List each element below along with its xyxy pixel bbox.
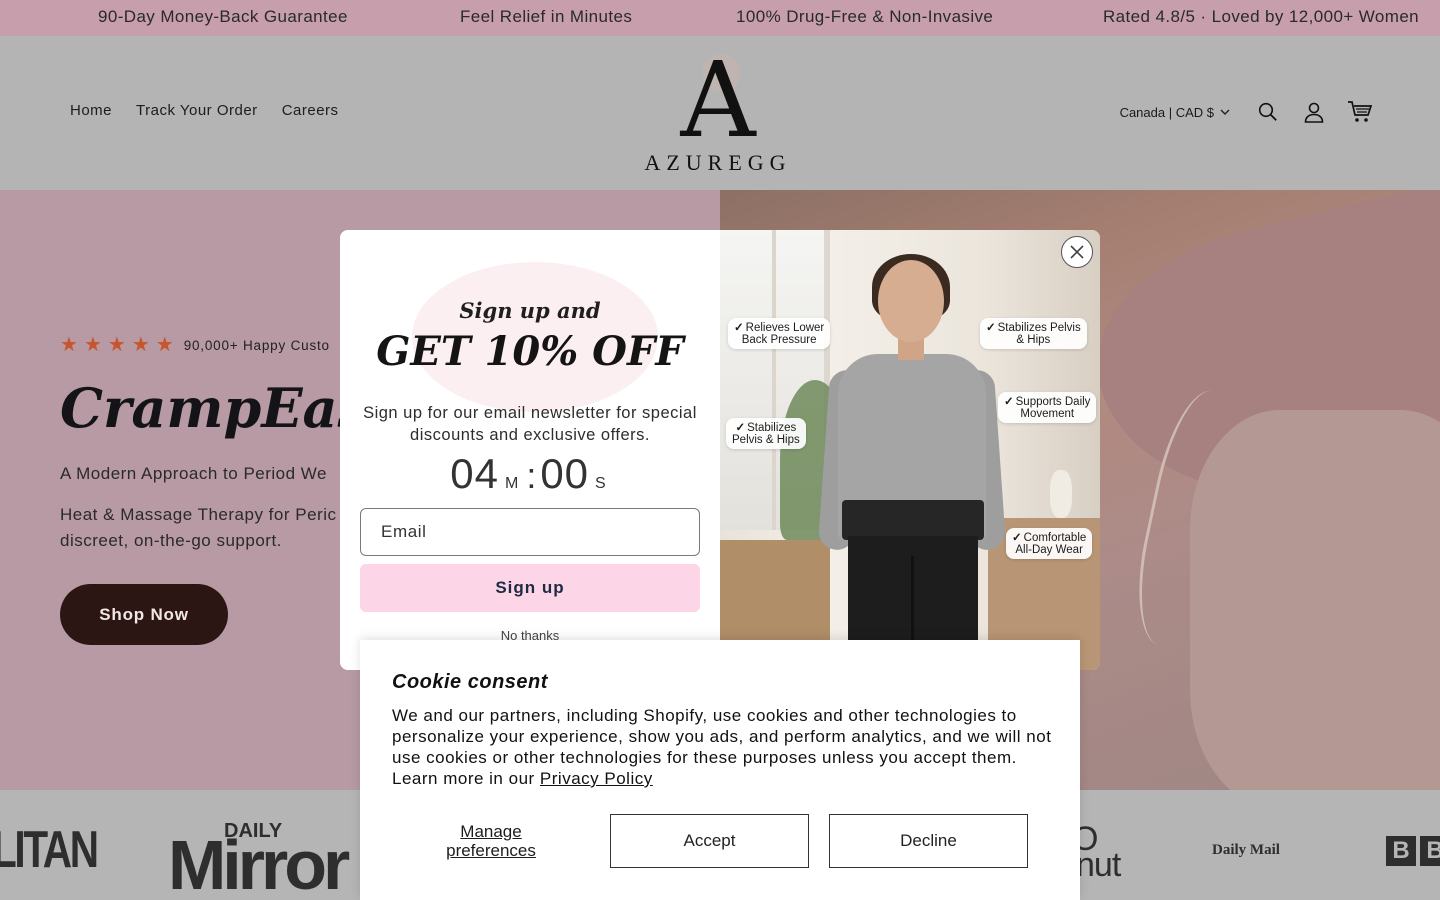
manage-preferences-link[interactable]: Manage preferences — [432, 822, 550, 860]
accept-button[interactable]: Accept — [610, 814, 809, 868]
check-icon: ✓ — [986, 322, 996, 334]
close-popup-button[interactable] — [1061, 236, 1093, 268]
cookie-consent-banner: Cookie consent We and our partners, incl… — [360, 640, 1080, 900]
star-icon: ★ — [131, 334, 150, 356]
announcement-bar: 90-Day Money-Back Guarantee Feel Relief … — [0, 0, 1440, 36]
header-actions: Canada | CAD $ — [1120, 98, 1374, 126]
feature-tag: ✓ Supports Daily Movement — [998, 392, 1097, 423]
feature-tag: ✓ Comfortable All-Day Wear — [1006, 528, 1093, 559]
popup-headline: GET 10% OFF — [376, 328, 684, 375]
announcement-item: Rated 4.8/5 · Loved by 12,000+ Women — [1103, 7, 1420, 26]
site-header: Home Track Your Order Careers A AZUREGG … — [0, 36, 1440, 190]
press-logo: DAILY — [224, 820, 283, 842]
nav-home[interactable]: Home — [70, 102, 112, 119]
cookie-body: We and our partners, including Shopify, … — [392, 706, 1052, 788]
search-icon[interactable] — [1254, 98, 1282, 126]
check-icon: ✓ — [735, 422, 746, 434]
star-icon: ★ — [83, 334, 102, 356]
social-proof: 90,000+ Happy Custo — [183, 337, 330, 353]
countdown-timer: 04 M : 00 S — [340, 450, 720, 498]
press-logo: BB — [1386, 836, 1440, 866]
timer-seconds: 00 — [540, 450, 590, 497]
timer-minutes-unit: M — [504, 475, 519, 492]
country-label: Canada | CAD $ — [1119, 104, 1214, 120]
feature-tag: ✓ Relieves Lower Back Pressure — [728, 318, 831, 349]
decline-button[interactable]: Decline — [829, 814, 1028, 868]
feature-tag: ✓ Stabilizes Pelvis & Hips — [726, 418, 806, 449]
popup-body: Sign up for our email newsletter for spe… — [363, 404, 697, 444]
star-icon: ★ — [107, 334, 126, 356]
timer-minutes: 04 — [450, 450, 499, 497]
cart-icon[interactable] — [1346, 98, 1374, 126]
popup-form-panel: Sign up and GET 10% OFF Sign up for our … — [340, 230, 720, 670]
email-field[interactable] — [360, 508, 700, 556]
star-icon: ★ — [60, 334, 78, 356]
timer-seconds-unit: S — [595, 475, 606, 492]
hero-subtitle: A Modern Approach to Period We — [60, 464, 328, 483]
announcement-item: 90-Day Money-Back Guarantee — [98, 7, 348, 26]
press-logo: nut — [1076, 846, 1121, 884]
logo-text: AZUREGG — [644, 150, 792, 175]
close-icon — [1070, 245, 1084, 259]
check-icon: ✓ — [1012, 532, 1022, 544]
timer-separator: : — [526, 455, 537, 496]
press-logo: LITAN — [0, 821, 99, 879]
account-icon[interactable] — [1300, 98, 1328, 126]
popup-kicker: Sign up and — [459, 298, 601, 323]
press-logo: Daily Mail — [1212, 842, 1280, 858]
check-icon: ✓ — [1004, 396, 1014, 408]
country-selector[interactable]: Canada | CAD $ — [1120, 105, 1230, 120]
chevron-down-icon — [1220, 109, 1230, 115]
star-icon: ★ — [155, 334, 174, 356]
hero-description: Heat & Massage Therapy for Peric discree… — [60, 505, 337, 550]
signup-button[interactable]: Sign up — [360, 564, 700, 612]
main-nav: Home Track Your Order Careers — [70, 102, 339, 119]
logo-mark: A — [680, 39, 756, 161]
nav-track-order[interactable]: Track Your Order — [136, 102, 258, 119]
privacy-policy-link[interactable]: Privacy Policy — [540, 769, 653, 788]
newsletter-popup: Sign up and GET 10% OFF Sign up for our … — [340, 230, 1100, 670]
logo[interactable]: A AZUREGG — [620, 39, 816, 180]
shop-now-button[interactable]: Shop Now — [60, 584, 228, 645]
rating: ★ ★ ★ ★ ★ 90,000+ Happy Custo — [60, 334, 330, 356]
announcement-item: Feel Relief in Minutes — [460, 7, 633, 26]
nav-careers[interactable]: Careers — [282, 102, 339, 119]
check-icon: ✓ — [734, 322, 744, 334]
announcement-item: 100% Drug-Free & Non-Invasive — [736, 7, 994, 26]
cookie-title: Cookie consent — [392, 671, 548, 693]
popup-product-image: ✓ Relieves Lower Back Pressure ✓ Stabilizes… — [720, 230, 1100, 670]
feature-tag: ✓ Stabilizes Pelvis & Hips — [980, 318, 1087, 349]
